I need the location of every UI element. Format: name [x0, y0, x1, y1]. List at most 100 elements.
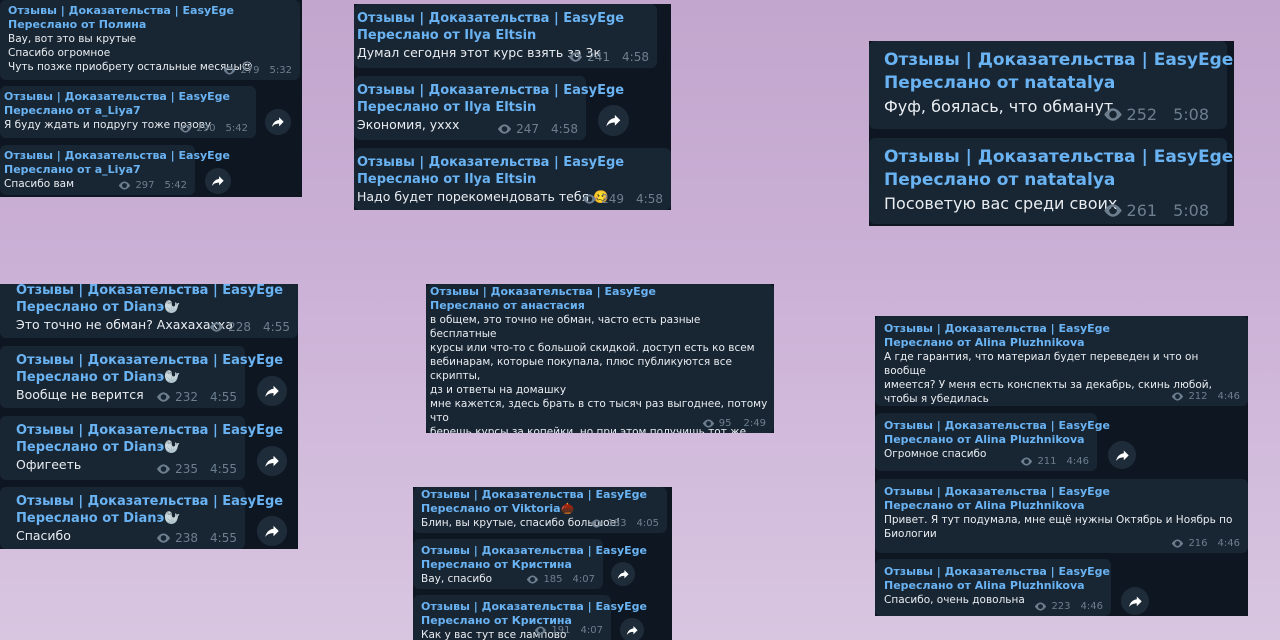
- timestamp: 5:42: [164, 180, 187, 191]
- forwarded-from[interactable]: Переслано от natatalya: [884, 72, 1212, 95]
- message-bubble[interactable]: Отзывы | Доказательства | EasyEge Пересл…: [0, 487, 283, 549]
- forward-arrow-icon: [212, 176, 224, 187]
- timestamp: 4:46: [1217, 538, 1240, 549]
- forward-button[interactable]: [1108, 441, 1136, 469]
- message-bubble[interactable]: Отзывы | Доказательства | EasyEge Пересл…: [875, 559, 1111, 616]
- message-bubble[interactable]: Отзывы | Доказательства | EasyEge Пересл…: [413, 539, 647, 589]
- eye-icon: [591, 519, 603, 528]
- forwarded-from[interactable]: Переслано от Кристина: [421, 558, 595, 572]
- message-bubble[interactable]: Отзывы | Доказательства | EasyEge Пересл…: [875, 413, 1110, 471]
- timestamp: 4:46: [1066, 456, 1089, 467]
- forwarded-from[interactable]: Переслано от Ilya Eltsin: [357, 99, 583, 116]
- forwarded-from[interactable]: Переслано от Dianэ🦭: [16, 369, 229, 386]
- view-count: 238: [175, 531, 199, 545]
- channel-name[interactable]: Отзывы | Доказательства | EasyEge: [421, 600, 647, 614]
- channel-name[interactable]: Отзывы | Доказательства | EasyEge: [421, 488, 659, 502]
- forwarded-from[interactable]: Переслано от Dianэ🦭: [16, 510, 229, 527]
- forwarded-from[interactable]: Переслано от Alina Pluzhnikova: [884, 499, 1239, 513]
- forward-button[interactable]: [598, 105, 629, 136]
- timestamp: 4:46: [1217, 391, 1240, 402]
- message-bubble[interactable]: Отзывы | Доказательства | EasyEge Пересл…: [869, 138, 1233, 224]
- eye-icon: [157, 464, 171, 474]
- forwarded-from[interactable]: Переслано от Dianэ🦭: [16, 299, 282, 316]
- eye-icon: [702, 419, 714, 428]
- forwarded-from[interactable]: Переслано от a_Liya7: [4, 163, 191, 177]
- forwarded-from[interactable]: Переслано от Ilya Eltsin: [357, 171, 668, 188]
- eye-icon: [210, 322, 224, 332]
- message-bubble[interactable]: Отзывы | Доказательства | EasyEge Пересл…: [0, 86, 256, 138]
- forwarded-from[interactable]: Переслано от natatalya: [884, 169, 1212, 192]
- message-bubble[interactable]: Отзывы | Доказательства | EasyEge Пересл…: [0, 145, 230, 195]
- channel-name[interactable]: Отзывы | Доказательства | EasyEge: [884, 322, 1239, 336]
- forward-button[interactable]: [257, 516, 287, 546]
- forward-button[interactable]: [257, 446, 287, 476]
- timestamp: 2:49: [743, 418, 766, 429]
- view-count: 211: [1037, 456, 1057, 467]
- forward-arrow-icon: [1115, 450, 1129, 461]
- forward-button[interactable]: [611, 562, 635, 586]
- message-bubble[interactable]: Отзывы | Доказательства | EasyEge Пересл…: [354, 4, 657, 68]
- eye-icon: [157, 392, 171, 402]
- message-bubble[interactable]: Отзывы | Доказательства | EasyEge Пересл…: [354, 148, 671, 210]
- message-bubble[interactable]: Отзывы | Доказательства | EasyEge Пересл…: [869, 41, 1233, 129]
- message-text: Привет. Я тут подумала, мне ещё нужны Ок…: [884, 514, 1233, 540]
- forward-button[interactable]: [257, 376, 287, 406]
- eye-icon: [1103, 108, 1122, 121]
- message-bubble[interactable]: Отзывы | Доказательства | EasyEge Пересл…: [354, 76, 624, 140]
- channel-name[interactable]: Отзывы | Доказательства | EasyEge: [16, 422, 283, 439]
- message-bubble[interactable]: Отзывы | Доказательства | EasyEge Пересл…: [413, 487, 667, 533]
- message-bubble[interactable]: Отзывы | Доказательства | EasyEge Пересл…: [875, 316, 1248, 406]
- forwarded-from[interactable]: Переслано от Viktoria🌰: [421, 502, 659, 516]
- eye-icon: [1172, 539, 1184, 548]
- view-count: 232: [175, 390, 199, 404]
- view-count: 241: [587, 50, 611, 64]
- forwarded-from[interactable]: Переслано от Alina Pluzhnikova: [884, 579, 1102, 593]
- message-bubble[interactable]: Отзывы | Доказательства | EasyEge Пересл…: [0, 346, 283, 408]
- view-count: 185: [543, 574, 563, 585]
- forward-button[interactable]: [265, 109, 291, 135]
- channel-name[interactable]: Отзывы | Доказательства | EasyEge: [16, 284, 283, 299]
- screenshot-2: Отзывы | Доказательства | EasyEge Пересл…: [354, 4, 671, 210]
- message-bubble[interactable]: Отзывы | Доказательства | EasyEge Пересл…: [413, 595, 647, 640]
- view-count: 247: [516, 122, 540, 136]
- screenshot-5: Отзывы | Доказательства | EasyEge Пересл…: [426, 284, 774, 433]
- timestamp: 4:58: [551, 122, 578, 136]
- forward-button[interactable]: [620, 618, 644, 640]
- channel-name[interactable]: Отзывы | Доказательства | EasyEge: [884, 146, 1233, 169]
- forwarded-from[interactable]: Переслано от a_Liya7: [4, 104, 252, 118]
- channel-name[interactable]: Отзывы | Доказательства | EasyEge: [884, 49, 1233, 72]
- channel-name[interactable]: Отзывы | Доказательства | EasyEge: [4, 149, 230, 163]
- screenshot-1: Отзывы | Доказательства | EasyEge Пересл…: [0, 0, 302, 197]
- forwarded-from[interactable]: Переслано от Полина: [8, 18, 292, 32]
- forward-button[interactable]: [1121, 587, 1149, 615]
- message-bubble[interactable]: Отзывы | Доказательства | EasyEge Пересл…: [426, 284, 774, 433]
- message-bubble[interactable]: Отзывы | Доказательства | EasyEge Пересл…: [0, 0, 300, 80]
- channel-name[interactable]: Отзывы | Доказательства | EasyEge: [884, 485, 1239, 499]
- channel-name[interactable]: Отзывы | Доказательства | EasyEge: [357, 154, 668, 171]
- forwarded-from[interactable]: Переслано от Dianэ🦭: [16, 439, 229, 456]
- channel-name[interactable]: Отзывы | Доказательства | EasyEge: [16, 352, 283, 369]
- view-count: 95: [718, 418, 732, 429]
- forwarded-from[interactable]: Переслано от анастасия: [430, 299, 770, 313]
- timestamp: 4:55: [263, 320, 290, 334]
- channel-name[interactable]: Отзывы | Доказательства | EasyEge: [4, 90, 252, 104]
- channel-name[interactable]: Отзывы | Доказательства | EasyEge: [884, 419, 1110, 433]
- forwarded-from[interactable]: Переслано от Ilya Eltsin: [357, 27, 654, 44]
- channel-name[interactable]: Отзывы | Доказательства | EasyEge: [421, 544, 647, 558]
- forwarded-from[interactable]: Переслано от Alina Pluzhnikova: [884, 336, 1239, 350]
- channel-name[interactable]: Отзывы | Доказательства | EasyEge: [357, 10, 654, 27]
- message-bubble[interactable]: Отзывы | Доказательства | EasyEge Пересл…: [0, 284, 298, 338]
- timestamp: 5:08: [1173, 201, 1209, 220]
- message-bubble[interactable]: Отзывы | Доказательства | EasyEge Пересл…: [0, 416, 283, 480]
- channel-name[interactable]: Отзывы | Доказательства | EasyEge: [884, 565, 1110, 579]
- view-count: 191: [551, 625, 571, 636]
- message-bubble[interactable]: Отзывы | Доказательства | EasyEge Пересл…: [875, 479, 1248, 553]
- channel-name[interactable]: Отзывы | Доказательства | EasyEge: [8, 4, 292, 18]
- channel-name[interactable]: Отзывы | Доказательства | EasyEge: [430, 285, 770, 299]
- view-count: 249: [601, 192, 625, 206]
- channel-name[interactable]: Отзывы | Доказательства | EasyEge: [16, 493, 283, 510]
- channel-name[interactable]: Отзывы | Доказательства | EasyEge: [357, 82, 624, 99]
- forward-button[interactable]: [205, 168, 231, 194]
- forward-arrow-icon: [265, 525, 279, 537]
- forwarded-from[interactable]: Переслано от Alina Pluzhnikova: [884, 433, 1088, 447]
